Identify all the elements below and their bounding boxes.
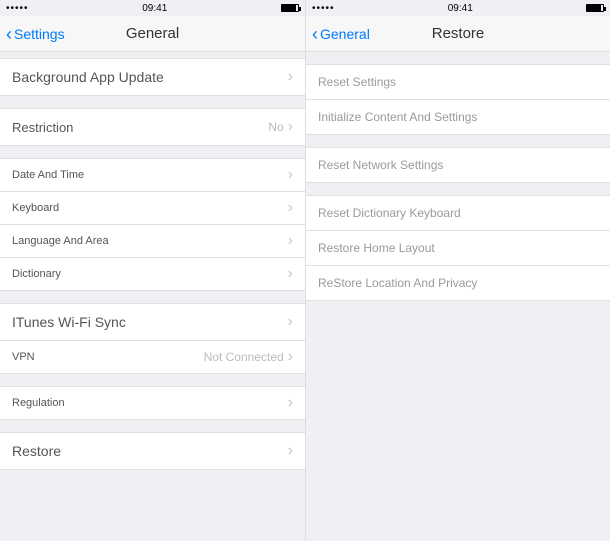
page-title: Restore bbox=[432, 25, 485, 42]
chevron-right-icon: › bbox=[288, 167, 293, 183]
row-label: Dictionary bbox=[12, 268, 61, 280]
signal-icon: ••••• bbox=[6, 3, 29, 14]
row-background-app-update[interactable]: Background App Update › bbox=[0, 58, 305, 96]
row-label: Regulation bbox=[12, 397, 65, 409]
row-label: Reset Network Settings bbox=[318, 158, 443, 172]
chevron-right-icon: › bbox=[288, 349, 293, 365]
chevron-right-icon: › bbox=[288, 395, 293, 411]
row-label: Background App Update bbox=[12, 69, 164, 85]
chevron-left-icon: ‹ bbox=[6, 25, 12, 43]
row-restore[interactable]: Restore › bbox=[0, 432, 305, 470]
row-label: ITunes Wi-Fi Sync bbox=[12, 314, 126, 330]
back-label: General bbox=[320, 26, 370, 42]
row-label: Date And Time bbox=[12, 169, 84, 181]
row-restore-location-privacy[interactable]: ReStore Location And Privacy bbox=[306, 266, 610, 301]
row-initialize-content[interactable]: Initialize Content And Settings bbox=[306, 100, 610, 135]
row-label: Language And Area bbox=[12, 235, 109, 247]
status-bar: ••••• 09:41 bbox=[306, 0, 610, 16]
phone-restore: ••••• 09:41 ‹ General Restore Reset Sett… bbox=[305, 0, 610, 541]
row-label: Initialize Content And Settings bbox=[318, 110, 477, 124]
row-language-area[interactable]: Language And Area › bbox=[0, 225, 305, 258]
nav-bar: ‹ Settings General bbox=[0, 16, 305, 52]
chevron-right-icon: › bbox=[288, 69, 293, 85]
status-time: 09:41 bbox=[142, 3, 167, 14]
chevron-right-icon: › bbox=[288, 200, 293, 216]
content: Reset Settings Initialize Content And Se… bbox=[306, 52, 610, 301]
chevron-right-icon: › bbox=[288, 266, 293, 282]
status-bar: ••••• 09:41 bbox=[0, 0, 305, 16]
back-button[interactable]: ‹ General bbox=[312, 25, 370, 43]
status-left: ••••• bbox=[312, 3, 335, 14]
battery-icon bbox=[281, 4, 299, 12]
status-right bbox=[586, 4, 604, 12]
row-dictionary[interactable]: Dictionary › bbox=[0, 258, 305, 291]
back-button[interactable]: ‹ Settings bbox=[6, 25, 65, 43]
status-right bbox=[281, 4, 299, 12]
status-time: 09:41 bbox=[448, 3, 473, 14]
chevron-right-icon: › bbox=[288, 443, 293, 459]
row-label: Keyboard bbox=[12, 202, 59, 214]
chevron-right-icon: › bbox=[288, 314, 293, 330]
row-restriction[interactable]: Restriction No › bbox=[0, 108, 305, 146]
row-reset-network[interactable]: Reset Network Settings bbox=[306, 147, 610, 183]
row-label: VPN bbox=[12, 351, 35, 363]
nav-bar: ‹ General Restore bbox=[306, 16, 610, 52]
row-vpn[interactable]: VPN Not Connected › bbox=[0, 341, 305, 374]
chevron-left-icon: ‹ bbox=[312, 25, 318, 43]
signal-icon: ••••• bbox=[312, 3, 335, 14]
row-date-time[interactable]: Date And Time › bbox=[0, 158, 305, 192]
status-left: ••••• bbox=[6, 3, 29, 14]
back-label: Settings bbox=[14, 26, 65, 42]
content: Background App Update › Restriction No ›… bbox=[0, 52, 305, 470]
row-restore-home-layout[interactable]: Restore Home Layout bbox=[306, 231, 610, 266]
row-keyboard[interactable]: Keyboard › bbox=[0, 192, 305, 225]
row-itunes-wifi[interactable]: ITunes Wi-Fi Sync › bbox=[0, 303, 305, 341]
chevron-right-icon: › bbox=[288, 119, 293, 135]
row-reset-dictionary-keyboard[interactable]: Reset Dictionary Keyboard bbox=[306, 195, 610, 231]
row-label: ReStore Location And Privacy bbox=[318, 276, 477, 290]
phone-general: ••••• 09:41 ‹ Settings General Backgroun… bbox=[0, 0, 305, 541]
row-value: No bbox=[268, 120, 283, 134]
row-label: Reset Settings bbox=[318, 75, 396, 89]
row-label: Restore bbox=[12, 443, 61, 459]
battery-icon bbox=[586, 4, 604, 12]
row-label: Restore Home Layout bbox=[318, 241, 435, 255]
row-reset-settings[interactable]: Reset Settings bbox=[306, 64, 610, 100]
row-label: Reset Dictionary Keyboard bbox=[318, 206, 461, 220]
page-title: General bbox=[126, 25, 179, 42]
chevron-right-icon: › bbox=[288, 233, 293, 249]
row-value: Not Connected bbox=[204, 350, 284, 364]
row-regulation[interactable]: Regulation › bbox=[0, 386, 305, 420]
row-label: Restriction bbox=[12, 120, 73, 135]
